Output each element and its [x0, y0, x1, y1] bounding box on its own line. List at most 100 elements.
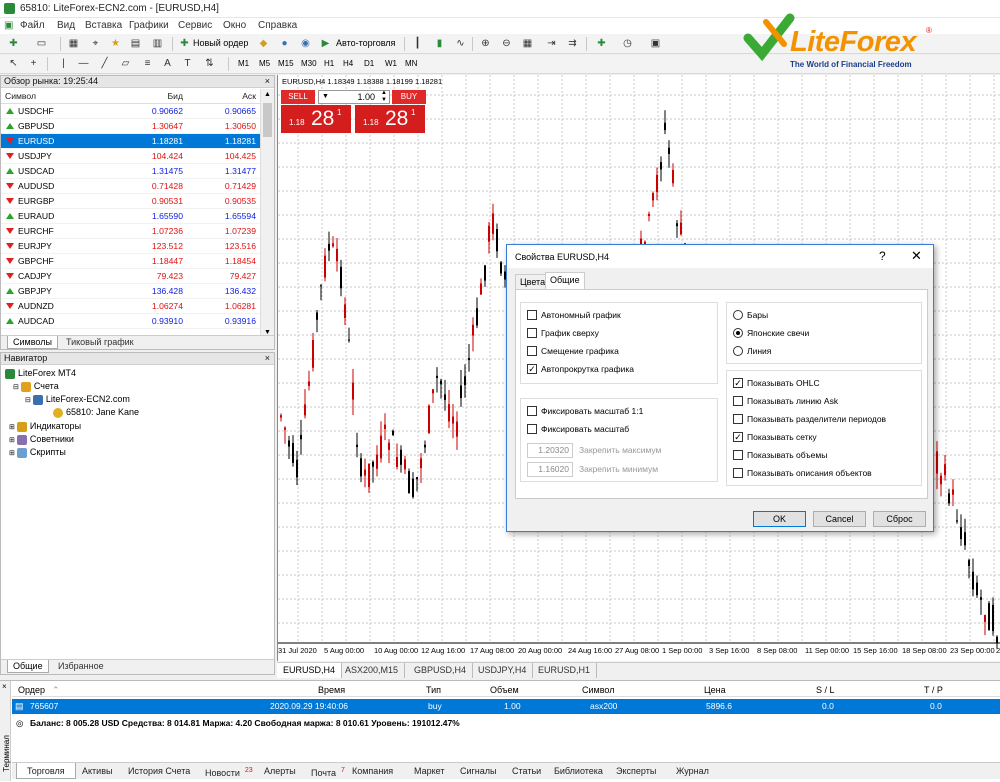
terminal-tab[interactable]: Сигналы — [450, 763, 507, 779]
terminal-icon[interactable]: ▤ — [128, 37, 143, 51]
expand-icon[interactable]: ⊞ — [9, 450, 15, 457]
checkbox-icon[interactable] — [527, 423, 537, 434]
table-row[interactable]: ▤ 765607 2020.09.29 19:40:06 buy 1.00 as… — [12, 699, 1000, 714]
close-icon[interactable]: × — [265, 353, 270, 364]
list-item[interactable]: EURGBP 0.90531 0.90535 — [1, 194, 260, 209]
close-icon[interactable]: ✕ — [911, 248, 922, 264]
profiles-icon[interactable]: ▭ — [34, 37, 49, 51]
buy-price-button[interactable]: 1.18 28 1 — [355, 105, 425, 133]
tf-m30[interactable]: M30 — [301, 59, 317, 68]
chart-tab[interactable]: EURUSD,H4 — [277, 663, 343, 678]
radio-icon[interactable] — [733, 309, 743, 320]
checkbox-show-ask-line[interactable]: Показывать линию Ask — [733, 395, 838, 407]
new-order-icon[interactable]: ✚ — [177, 37, 192, 51]
close-icon[interactable]: × — [2, 682, 7, 691]
ok-button[interactable]: OK — [753, 511, 806, 527]
expand-icon[interactable]: ⊞ — [9, 424, 15, 431]
zoom-in-icon[interactable]: ⊕ — [478, 37, 493, 51]
tab-tick-chart[interactable]: Тиковый график — [61, 336, 139, 349]
col-tp[interactable]: T / P — [924, 683, 943, 697]
checkbox-autoscroll[interactable]: ✓ Автопрокрутка графика — [527, 363, 634, 375]
terminal-tab[interactable]: История Счета — [118, 763, 200, 779]
menu-charts[interactable]: Графики — [129, 20, 169, 31]
col-order[interactable]: Ордер — [18, 683, 45, 697]
tile-windows-icon[interactable]: ▦ — [520, 37, 535, 51]
col-ask[interactable]: Аск — [242, 89, 256, 104]
collapse-icon[interactable]: ⊟ — [13, 384, 19, 391]
col-bid[interactable]: Бид — [168, 89, 183, 104]
nav-accounts[interactable]: ⊟ Счета — [13, 381, 59, 392]
checkbox-icon[interactable] — [733, 413, 743, 424]
market-watch-icon[interactable]: ▦ — [66, 37, 81, 51]
buy-button[interactable]: BUY — [392, 90, 426, 104]
tab-common[interactable]: Общие — [7, 660, 49, 673]
tf-h4[interactable]: H4 — [343, 59, 353, 68]
menu-view[interactable]: Вид — [57, 20, 75, 31]
tab-symbols[interactable]: Символы — [7, 336, 58, 349]
sell-button[interactable]: SELL — [281, 90, 315, 104]
cancel-button[interactable]: Cancel — [813, 511, 866, 527]
fix-max-input[interactable]: 1.20320 — [527, 443, 573, 458]
crosshair-icon[interactable]: + — [26, 57, 41, 71]
radio-icon[interactable] — [733, 345, 743, 356]
list-item[interactable]: GBPUSD 1.30647 1.30650 — [1, 119, 260, 134]
checkbox-show-ohlc[interactable]: ✓ Показывать OHLC — [733, 377, 820, 389]
trendline-icon[interactable]: ╱ — [97, 57, 112, 71]
menu-window[interactable]: Окно — [223, 20, 246, 31]
radio-icon[interactable] — [733, 327, 743, 338]
tf-d1[interactable]: D1 — [364, 59, 374, 68]
tf-w1[interactable]: W1 — [385, 59, 397, 68]
checkbox-show-separators[interactable]: Показывать разделители периодов — [733, 413, 886, 425]
tester-icon[interactable]: ▥ — [150, 37, 165, 51]
checkbox-icon[interactable] — [733, 449, 743, 460]
zoom-out-icon[interactable]: ⊖ — [499, 37, 514, 51]
tab-favorites[interactable]: Избранное — [53, 660, 109, 673]
metaeditor-icon[interactable]: ◆ — [256, 37, 271, 51]
candlestick-icon[interactable]: ▮ — [432, 37, 447, 51]
templates-icon[interactable]: ▣ — [648, 37, 663, 51]
lot-size-input[interactable]: 1.00 ▼ ▲ ▼ — [318, 90, 390, 104]
terminal-tab[interactable]: Компания — [342, 763, 403, 779]
list-item[interactable]: USDCAD 1.31475 1.31477 — [1, 164, 260, 179]
label-icon[interactable]: T — [180, 57, 195, 71]
chart-shift-icon[interactable]: ⇥ — [544, 37, 559, 51]
auto-trading-button[interactable]: Авто-торговля — [336, 38, 395, 48]
checkbox-icon[interactable] — [527, 405, 537, 416]
checkbox-icon[interactable]: ✓ — [733, 431, 743, 442]
nav-experts[interactable]: ⊞ Советники — [9, 434, 74, 445]
list-item[interactable]: EURCHF 1.07236 1.07239 — [1, 224, 260, 239]
auto-trading-icon[interactable]: ▶ — [318, 37, 333, 51]
text-icon[interactable]: A — [160, 57, 175, 71]
arrows-icon[interactable]: ⇅ — [202, 57, 217, 71]
checkbox-fix-scale-1-1[interactable]: Фиксировать масштаб 1:1 — [527, 405, 643, 417]
checkbox-icon[interactable] — [733, 395, 743, 406]
spinner-icon[interactable]: ▲ ▼ — [381, 90, 387, 104]
fibonacci-icon[interactable]: ≡ — [140, 57, 155, 71]
radio-bars[interactable]: Бары — [733, 309, 768, 321]
radio-candles[interactable]: Японские свечи — [733, 327, 809, 339]
list-item[interactable]: GBPJPY 136.428 136.432 — [1, 284, 260, 299]
nav-scripts[interactable]: ⊞ Скрипты — [9, 447, 66, 458]
checkbox-icon[interactable] — [527, 327, 537, 338]
terminal-tab[interactable]: Маркет — [404, 763, 454, 779]
indicators-icon[interactable]: ✚ — [594, 37, 609, 51]
community-icon[interactable]: ● — [277, 37, 292, 51]
chart-tab[interactable]: GBPUSD,H4 — [408, 663, 474, 678]
menu-help[interactable]: Справка — [258, 20, 297, 31]
chart-tab[interactable]: USDJPY,H4 — [472, 663, 534, 678]
chart-tab[interactable]: ASX200,M15 — [339, 663, 406, 678]
list-item[interactable]: EURJPY 123.512 123.516 — [1, 239, 260, 254]
list-item[interactable]: EURAUD 1.65590 1.65594 — [1, 209, 260, 224]
line-chart-icon[interactable]: ∿ — [453, 37, 468, 51]
col-time[interactable]: Время — [318, 683, 345, 697]
tf-m5[interactable]: M5 — [259, 59, 270, 68]
checkbox-icon[interactable]: ✓ — [527, 363, 537, 374]
checkbox-icon[interactable] — [527, 345, 537, 356]
list-item[interactable]: AUDCAD 0.93910 0.93916 — [1, 314, 260, 329]
col-symbol[interactable]: Символ — [5, 89, 36, 104]
tf-mn[interactable]: MN — [405, 59, 417, 68]
terminal-tab[interactable]: Торговля — [16, 763, 76, 779]
checkbox-show-grid[interactable]: ✓ Показывать сетку — [733, 431, 817, 443]
navigator-icon[interactable]: ★ — [108, 37, 123, 51]
list-item[interactable]: CADJPY 79.423 79.427 — [1, 269, 260, 284]
